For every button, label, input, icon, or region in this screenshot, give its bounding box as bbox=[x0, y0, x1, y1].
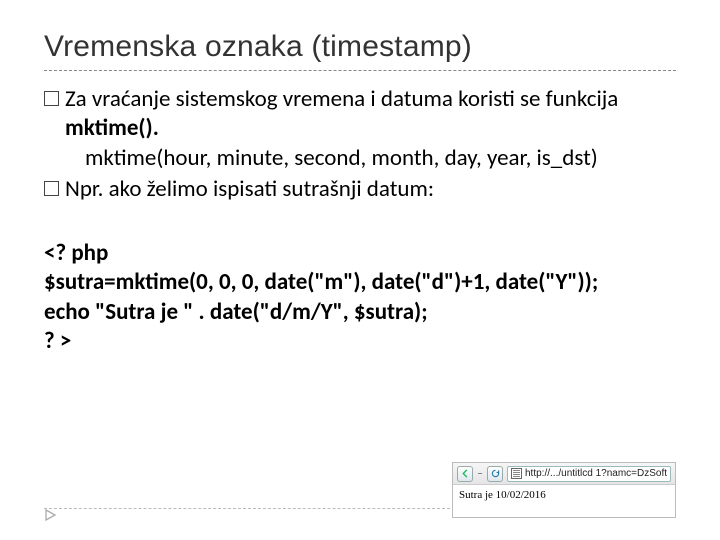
bullet-subline: mktime(hour, minute, second, month, day,… bbox=[65, 144, 676, 173]
title-underline bbox=[44, 70, 676, 71]
body-text: Za vraćanje sistemskog vremena i datuma … bbox=[44, 85, 676, 205]
bullet-lead: Npr. bbox=[65, 175, 103, 203]
bullet-item: Za vraćanje sistemskog vremena i datuma … bbox=[44, 85, 676, 173]
refresh-icon bbox=[491, 469, 500, 478]
url-bar[interactable]: http://.../untitlcd 1?namc=DzSoft PHP E bbox=[507, 466, 671, 482]
bullet-text: Za vraćanje sistemskog vremena i datuma … bbox=[65, 85, 676, 173]
code-line: ? > bbox=[44, 327, 676, 356]
toolbar-separator bbox=[478, 473, 482, 474]
bullet-text: Npr. ako želimo ispisati sutrašnji datum… bbox=[65, 175, 676, 204]
refresh-button[interactable] bbox=[487, 466, 503, 482]
page-icon bbox=[511, 468, 522, 479]
bullet-line: vraćanje sistemskog vremena i datuma kor… bbox=[87, 85, 619, 113]
bullet-bold: mktime(). bbox=[65, 114, 159, 142]
code-line: echo "Sutra je " . date("d/m/Y", $sutra)… bbox=[44, 298, 676, 327]
bullet-line: ako želimo ispisati sutrašnji datum: bbox=[103, 175, 434, 203]
arrow-left-icon bbox=[461, 469, 470, 478]
play-triangle-icon bbox=[44, 508, 58, 522]
browser-toolbar: http://.../untitlcd 1?namc=DzSoft PHP E bbox=[453, 463, 675, 485]
slide-footer-marker bbox=[44, 508, 58, 522]
url-text: http://.../untitlcd 1?namc=DzSoft PHP E bbox=[525, 468, 667, 479]
slide-title: Vremenska oznaka (timestamp) bbox=[44, 30, 676, 64]
bullet-lead: Za bbox=[65, 85, 87, 113]
slide: Vremenska oznaka (timestamp) Za vraćanje… bbox=[0, 0, 720, 540]
code-line: $sutra=mktime(0, 0, 0, date("m"), date("… bbox=[44, 268, 676, 297]
code-line: <? php bbox=[44, 239, 676, 268]
page-output-text: Sutra je 10/02/2016 bbox=[459, 489, 546, 501]
back-button[interactable] bbox=[457, 466, 473, 482]
code-block: <? php $sutra=mktime(0, 0, 0, date("m"),… bbox=[44, 239, 676, 357]
bullet-square-icon bbox=[44, 91, 59, 106]
bullet-square-icon bbox=[44, 181, 59, 196]
browser-screenshot: http://.../untitlcd 1?namc=DzSoft PHP E … bbox=[452, 462, 676, 518]
bullet-item: Npr. ako želimo ispisati sutrašnji datum… bbox=[44, 175, 676, 204]
browser-page-body: Sutra je 10/02/2016 bbox=[453, 485, 675, 505]
footer-divider bbox=[44, 508, 450, 509]
